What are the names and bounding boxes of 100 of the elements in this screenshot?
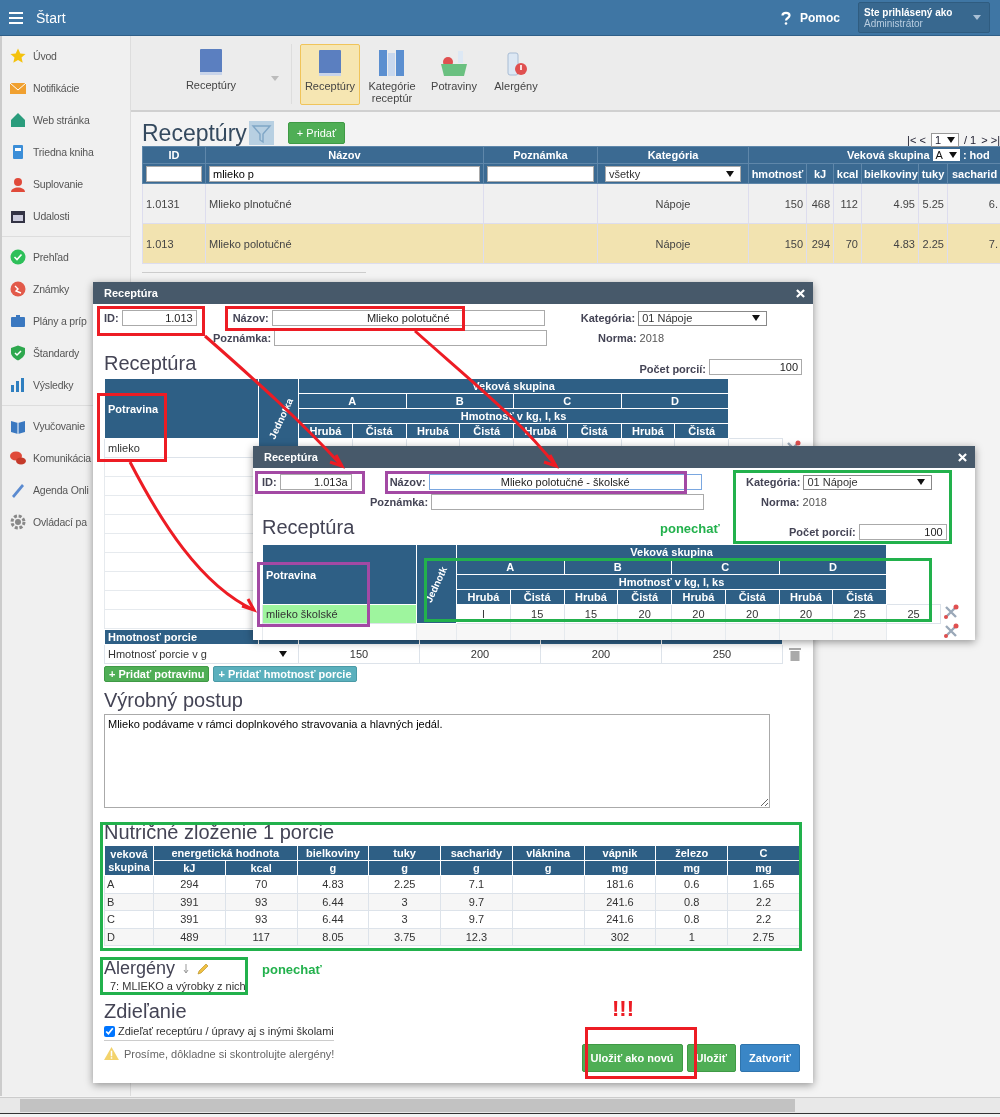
- warning-text: Prosíme, dôkladne si skontrolujte alergény!: [124, 1047, 335, 1060]
- sidebar-item[interactable]: Agenda Onli: [2, 474, 130, 506]
- id-field[interactable]: 1.013a: [279, 474, 352, 490]
- book-icon: [199, 48, 223, 76]
- toolbar-button[interactable]: Receptúry: [300, 44, 360, 105]
- note-field[interactable]: [274, 330, 548, 346]
- caret-icon: [726, 170, 734, 177]
- dialog-title: Receptúra: [104, 287, 158, 299]
- name-field[interactable]: Mlieko polotučné: [271, 310, 545, 326]
- column-header: vláknina: [512, 845, 585, 861]
- book-icon: [316, 49, 344, 77]
- table-cell: 25: [886, 604, 941, 624]
- sidebar-item[interactable]: Notifikácie: [2, 72, 130, 104]
- filter-icon[interactable]: [248, 121, 274, 145]
- table-cell: 7.1: [440, 875, 513, 893]
- dialog-button[interactable]: Zatvoriť: [740, 1044, 800, 1072]
- table-cell: Mlieko polotučné: [205, 223, 484, 264]
- help-link[interactable]: Pomoc: [800, 10, 840, 25]
- table-cell: 6.44: [297, 910, 369, 928]
- table-cell: 15: [510, 604, 565, 624]
- name-field[interactable]: Mlieko polotučné - školské: [428, 474, 702, 490]
- table-cell: 70: [833, 223, 862, 264]
- share-checkbox[interactable]: [104, 1025, 115, 1037]
- table-cell: 391: [153, 910, 226, 928]
- table-row[interactable]: 1.0131 Mlieko plnotučné Nápoje 150 468 112 4.95 5.25 6.: [142, 183, 1000, 224]
- field-label: Poznámka:: [370, 496, 429, 508]
- toolbar-button[interactable]: Potraviny: [424, 44, 484, 105]
- column-header: Potravina: [262, 544, 417, 605]
- sidebar-item[interactable]: Web stránka: [2, 104, 130, 136]
- section-title: Receptúra: [262, 516, 355, 538]
- section-title: Výrobný postup: [104, 689, 244, 711]
- table-cell: 200: [540, 644, 662, 664]
- sidebar-item[interactable]: Úvod: [2, 40, 130, 72]
- toolbar-button[interactable]: Alergény: [486, 44, 546, 105]
- tools-icon[interactable]: [943, 604, 959, 620]
- name-filter-field[interactable]: mlieko p: [209, 165, 480, 182]
- table-cell: 15: [564, 604, 618, 624]
- tools-icon[interactable]: [943, 623, 959, 639]
- sidebar-item[interactable]: Suplovanie: [2, 168, 130, 200]
- horizontal-scrollbar[interactable]: [0, 1097, 1000, 1114]
- field-label: Poznámka:: [213, 332, 272, 344]
- page-select[interactable]: 1: [930, 133, 959, 147]
- id-filter-field[interactable]: [146, 165, 202, 182]
- pencil-icon[interactable]: [197, 962, 210, 975]
- warning-icon: [104, 1047, 119, 1060]
- age-group-select[interactable]: A: [932, 149, 960, 161]
- section-title: Nutričné zloženie 1 porcie: [104, 823, 336, 842]
- table-cell: C: [104, 910, 154, 928]
- norm-value: 2018: [639, 332, 665, 344]
- note-field[interactable]: [431, 494, 705, 510]
- column-header: C: [727, 845, 800, 861]
- help-icon[interactable]: [781, 10, 791, 25]
- briefcase-icon: [10, 313, 26, 329]
- table-cell: 4.83: [861, 223, 919, 264]
- user-label: Ste prihlásený ako: [864, 6, 954, 18]
- portions-field[interactable]: 100: [709, 359, 802, 375]
- table-row[interactable]: 1.013 Mlieko polotučné Nápoje 150 294 70 4.83 2.25 7.: [142, 223, 1000, 264]
- column-header: Veková skupina: [847, 149, 930, 161]
- app-title: Štart: [36, 9, 66, 26]
- category-select[interactable]: 01 Nápoje: [803, 474, 933, 490]
- table-cell: 5.25: [918, 183, 948, 224]
- table-cell: 241.6: [584, 910, 656, 928]
- recipes-menu[interactable]: Receptúry: [181, 44, 241, 91]
- sidebar-item[interactable]: Ovládací pa: [2, 506, 130, 538]
- category-filter-select[interactable]: všetky: [605, 165, 741, 182]
- sidebar-item[interactable]: Triedna kniha: [2, 136, 130, 168]
- table-cell: Nápoje: [597, 183, 749, 224]
- column-header: ID: [142, 146, 206, 164]
- user-menu[interactable]: Ste prihlásený ako Administrátor: [858, 2, 990, 33]
- pager-forward[interactable]: > >|: [981, 134, 1000, 146]
- close-icon[interactable]: [958, 452, 967, 462]
- toolbar-button[interactable]: Kategórie receptúr: [362, 44, 422, 105]
- table-cell: 294: [806, 223, 834, 264]
- pager-back[interactable]: |< <: [907, 134, 926, 146]
- close-icon[interactable]: [796, 288, 805, 298]
- person-icon: [10, 176, 26, 192]
- column-header: : hod: [962, 149, 990, 161]
- table-cell: 150: [748, 223, 807, 264]
- portions-field[interactable]: 100: [858, 524, 947, 540]
- trash-icon[interactable]: [789, 647, 801, 661]
- table-cell: 0.8: [655, 910, 728, 928]
- column-header: tuky: [368, 845, 441, 861]
- down-arrow-icon[interactable]: [183, 963, 190, 974]
- note-filter-field[interactable]: [487, 165, 594, 182]
- table-cell: A: [104, 875, 154, 893]
- section-title: Alergény: [104, 960, 176, 977]
- field-label: Kategória:: [746, 476, 801, 488]
- caret-icon: [947, 137, 955, 143]
- table-cell: 2.25: [918, 223, 948, 264]
- books-icon: [378, 49, 406, 77]
- table-cell: 150: [748, 183, 807, 224]
- id-field[interactable]: 1.013: [121, 310, 197, 326]
- category-select[interactable]: 01 Nápoje: [638, 310, 768, 326]
- sidebar-item[interactable]: Prehľad: [2, 241, 130, 273]
- field-label: Názov:: [232, 312, 269, 324]
- process-text-field[interactable]: Mlieko podávame v rámci doplnkového stravovania a hlavných jedál.: [104, 714, 770, 808]
- table-cell: 20: [671, 604, 726, 624]
- sidebar-item[interactable]: Udalosti: [2, 200, 130, 232]
- menu-icon[interactable]: [9, 11, 23, 24]
- table-cell: 1.0131: [142, 183, 206, 224]
